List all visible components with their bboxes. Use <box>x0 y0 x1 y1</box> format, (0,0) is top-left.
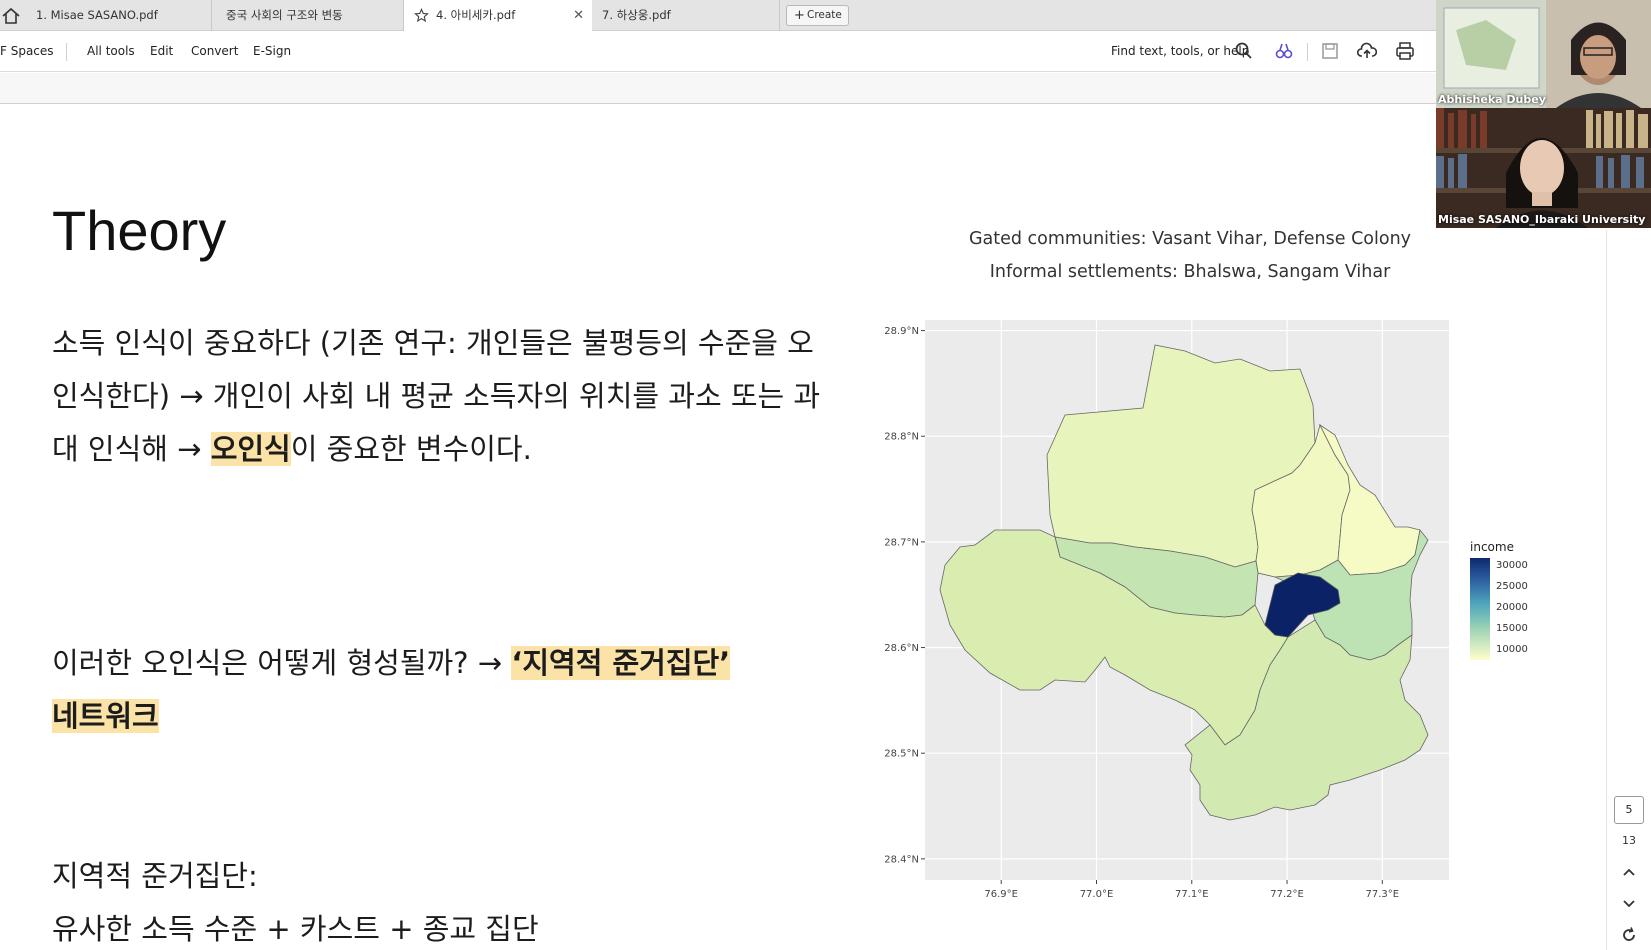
paragraph-text: 이 중요한 변수이다. <box>290 432 532 466</box>
x-tick-label: 77.0°E <box>1080 889 1114 900</box>
find-label[interactable]: Find text, tools, or help <box>1111 44 1249 58</box>
tab-label: 7. 하상웅.pdf <box>602 8 671 22</box>
legend-title: income <box>1470 540 1514 554</box>
video-tile-abhisheka[interactable]: Abhisheka Dubey <box>1436 0 1651 108</box>
tab-label: 중국 사회의 구조와 변동 <box>226 8 343 22</box>
right-rail-divider <box>1606 230 1607 950</box>
refresh-icon[interactable] <box>1619 925 1639 945</box>
divider <box>66 43 67 61</box>
paragraph-definition: 지역적 준거집단: 유사한 소득 수준 + 카스트 + 종교 집단 <box>52 850 822 950</box>
chevron-down-icon[interactable] <box>1619 893 1639 913</box>
caption-informal-settlements: Informal settlements: Bhalswa, Sangam Vi… <box>989 262 1391 282</box>
highlight-network: 네트워크 <box>52 699 159 733</box>
toolbar: F Spaces All tools Edit Convert E-Sign F… <box>0 31 1436 72</box>
caption-gated-communities: Gated communities: Vasant Vihar, Defense… <box>968 229 1412 249</box>
tab-label: 4. 아비세카.pdf <box>436 8 516 22</box>
y-tick-label: 28.6°N <box>884 643 919 654</box>
y-tick-label: 28.7°N <box>884 537 919 548</box>
paragraph-reference-group: 이러한 오인식은 어떻게 형성될까? → ‘지역적 준거집단’ 네트워크 <box>52 637 822 743</box>
home-icon[interactable] <box>0 5 22 27</box>
y-tick-label: 28.8°N <box>884 432 919 443</box>
tab-ha-sangwoong[interactable]: 7. 하상웅.pdf <box>592 0 780 31</box>
tab-abhisheka[interactable]: 4. 아비세카.pdf ✕ <box>404 0 592 31</box>
spaces-menu[interactable]: F Spaces <box>0 44 54 58</box>
participant-video-feed <box>1436 0 1651 108</box>
slide-title: Theory <box>52 199 227 262</box>
highlight-local-reference-group: ‘지역적 준거집단’ <box>511 646 731 680</box>
edit-menu[interactable]: Edit <box>150 44 173 58</box>
x-tick-label: 76.9°E <box>984 889 1018 900</box>
tab-label: 1. Misae SASANO.pdf <box>36 8 158 22</box>
y-tick-label: 28.5°N <box>884 749 919 760</box>
x-tick-label: 77.3°E <box>1366 889 1400 900</box>
all-tools-menu[interactable]: All tools <box>87 44 135 58</box>
participant-name: Misae SASANO_Ibaraki University <box>1438 213 1646 226</box>
legend-tick: 30000 <box>1496 560 1528 571</box>
ai-assistant-icon[interactable] <box>1274 41 1294 61</box>
y-axis: 28.9°N 28.8°N 28.7°N 28.6°N 28.5°N 28.4°N <box>884 326 925 865</box>
paragraph-income-perception: 소득 인식이 중요하다 (기존 연구: 개인들은 불평등의 수준을 오인식한다)… <box>52 317 822 476</box>
video-tile-misae[interactable]: Misae SASANO_Ibaraki University <box>1436 108 1651 228</box>
chevron-up-icon[interactable] <box>1619 862 1639 882</box>
tab-misae-sasano[interactable]: 1. Misae SASANO.pdf <box>22 0 212 31</box>
save-icon[interactable] <box>1320 41 1340 61</box>
convert-menu[interactable]: Convert <box>191 44 238 58</box>
cloud-upload-icon[interactable] <box>1357 41 1377 61</box>
legend-tick: 25000 <box>1496 581 1528 592</box>
x-axis: 76.9°E 77.0°E 77.1°E 77.2°E 77.3°E <box>984 880 1399 900</box>
create-label: Create <box>807 9 842 21</box>
legend-tick: 15000 <box>1496 623 1528 634</box>
document-subbar <box>0 73 1436 104</box>
create-button[interactable]: + Create <box>786 5 849 26</box>
x-tick-label: 77.1°E <box>1175 889 1209 900</box>
print-icon[interactable] <box>1395 41 1415 61</box>
close-tab-icon[interactable]: ✕ <box>573 0 584 31</box>
current-page-input[interactable]: 5 <box>1614 796 1644 824</box>
participant-name: Abhisheka Dubey <box>1438 93 1546 106</box>
y-tick-label: 28.9°N <box>884 326 919 337</box>
definition-text: 유사한 소득 수준 + 카스트 + 종교 집단 <box>52 912 539 946</box>
total-pages: 13 <box>1622 834 1636 847</box>
legend-color-bar <box>1470 558 1490 660</box>
tab-bar: 1. Misae SASANO.pdf 중국 사회의 구조와 변동 4. 아비세… <box>0 0 1436 31</box>
divider <box>1307 43 1308 61</box>
esign-menu[interactable]: E-Sign <box>253 44 291 58</box>
highlight-misperception: 오인식 <box>210 432 291 466</box>
legend-tick: 10000 <box>1496 644 1528 655</box>
tab-chinese-society[interactable]: 중국 사회의 구조와 변동 <box>212 0 404 31</box>
y-tick-label: 28.4°N <box>884 854 919 865</box>
participant-video-feed <box>1436 108 1651 228</box>
legend-tick: 20000 <box>1496 602 1528 613</box>
delhi-income-map: 28.9°N 28.8°N 28.7°N 28.6°N 28.5°N 28.4°N 76.… <box>884 320 1449 900</box>
plus-icon: + <box>794 8 805 23</box>
paragraph-text: 이러한 오인식은 어떻게 형성될까? → <box>52 646 512 680</box>
star-icon[interactable] <box>414 8 429 23</box>
search-icon[interactable] <box>1234 41 1254 61</box>
x-tick-label: 77.2°E <box>1270 889 1304 900</box>
definition-heading: 지역적 준거집단: <box>52 859 258 893</box>
